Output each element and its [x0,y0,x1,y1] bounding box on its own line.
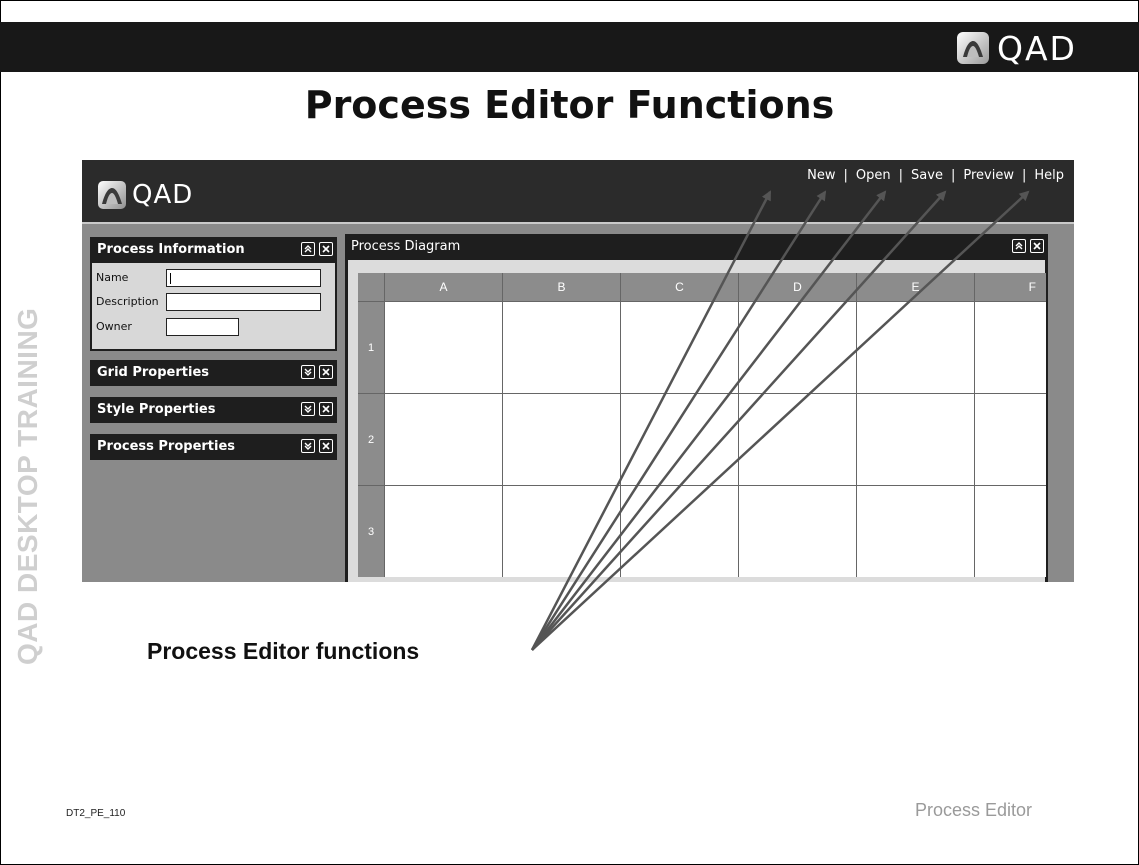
arrow-to-preview [531,190,947,651]
arrow-to-new [530,190,772,651]
slide-id: DT2_PE_110 [66,808,126,819]
arrow-to-save [531,190,887,651]
callout-caption: Process Editor functions [147,638,420,664]
callout-arrows [530,190,1030,651]
footer-section-title: Process Editor [915,800,1033,820]
